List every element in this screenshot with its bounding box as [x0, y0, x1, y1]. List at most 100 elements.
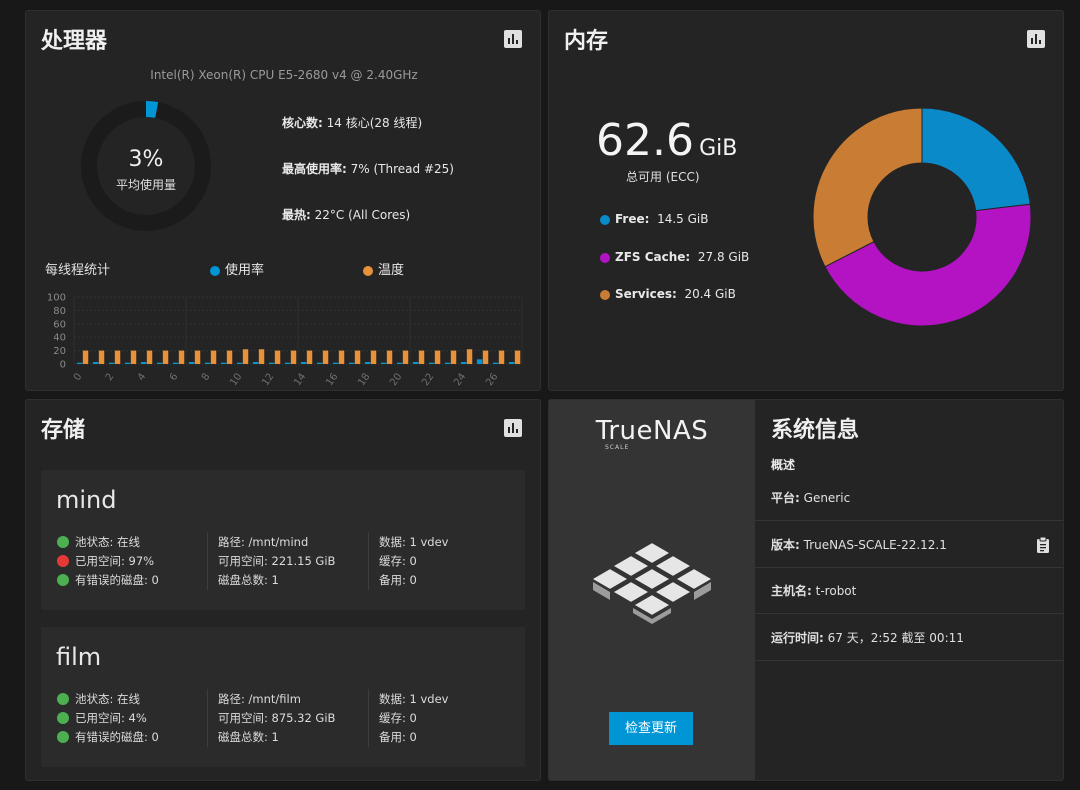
temp-bar: [130, 350, 137, 364]
used-value: 97%: [128, 554, 155, 568]
memory-total-unit: GiB: [699, 136, 738, 161]
cpu-cores: 核心数: 14 核心(28 线程): [282, 114, 422, 131]
hottest-label: 最热:: [282, 208, 311, 222]
temp-bar: [82, 350, 89, 364]
memory-total: 62.6 GiB: [596, 115, 737, 166]
cpu-report-icon[interactable]: [504, 30, 522, 48]
sysinfo-card: TrueNAS SCALE 检查更新 系统信息 概述 平台: Generic 版…: [548, 399, 1064, 781]
memory-total-number: 62.6: [596, 115, 694, 166]
pool-name: film: [56, 643, 102, 671]
y-tick-label: 100: [47, 293, 66, 304]
temp-bar: [242, 349, 249, 364]
status-ok-icon: [57, 692, 69, 705]
disks-label: 磁盘总数:: [218, 573, 268, 587]
memory-report-icon[interactable]: [1027, 30, 1045, 48]
usage-bar: [140, 361, 147, 364]
used-label: 已用空间:: [75, 711, 125, 725]
x-tick-label: 2: [104, 371, 117, 383]
usage-bar: [316, 362, 323, 364]
check-update-button[interactable]: 检查更新: [609, 712, 693, 745]
legend-usage: 使用率: [210, 259, 264, 278]
memory-card: 内存 62.6 GiB 总可用 (ECC) Free: 14.5 GiB ZFS…: [548, 10, 1064, 391]
status-ok-icon: [57, 711, 69, 724]
usage-bar: [172, 362, 179, 364]
usage-bar: [220, 362, 227, 364]
memory-donut-chart: [812, 107, 1032, 327]
usage-bar: [364, 361, 371, 364]
y-tick-label: 20: [53, 346, 66, 357]
platform-value: Generic: [803, 491, 851, 505]
uptime-value: 67 天，2:52 截至 00:11: [827, 631, 964, 645]
usage-bar: [236, 362, 243, 364]
temp-bar: [418, 350, 425, 364]
usage-bar: [476, 359, 483, 364]
pool-health-col: 池状态: 在线 已用空间: 4% 有错误的磁盘: 0: [57, 690, 159, 747]
y-tick-label: 60: [53, 319, 66, 330]
temp-bar: [466, 349, 473, 364]
usage-bar: [188, 361, 195, 364]
temp-bar: [194, 350, 201, 364]
free-slice: [921, 107, 1031, 212]
temp-bar: [162, 350, 169, 364]
x-tick-label: 0: [72, 371, 85, 383]
pool-card-mind[interactable]: mind 池状态: 在线 已用空间: 97% 有错误的磁盘: 0 路径: /mn…: [41, 470, 525, 610]
divider: [368, 689, 369, 747]
data-label: 数据:: [379, 692, 406, 706]
data-label: 数据:: [379, 535, 406, 549]
zfs-swatch: [600, 252, 610, 263]
path-label: 路径:: [218, 692, 245, 706]
usage-bar: [492, 362, 499, 364]
used-label: 已用空间:: [75, 554, 125, 568]
storage-report-icon[interactable]: [504, 419, 522, 437]
truenas-product-icon: [593, 540, 711, 624]
temp-bar: [178, 350, 185, 364]
temp-bar: [210, 350, 217, 364]
temp-bar: [290, 350, 297, 364]
data-value: 1 vdev: [409, 535, 449, 549]
avail-value: 875.32 GiB: [271, 711, 336, 725]
hostname-value: t-robot: [815, 584, 857, 598]
path-value: /mnt/mind: [248, 535, 309, 549]
temp-bar: [258, 349, 265, 364]
max-usage-value: 7% (Thread #25): [350, 162, 454, 176]
services-slice: [812, 107, 923, 268]
temp-bar: [338, 350, 345, 364]
usage-bar: [508, 361, 515, 364]
usage-bar: [268, 362, 275, 364]
data-value: 1 vdev: [409, 692, 449, 706]
pool-path-col: 路径: /mnt/mind 可用空间: 221.15 GiB 磁盘总数: 1: [218, 533, 335, 590]
pool-name: mind: [56, 486, 117, 514]
x-tick-label: 14: [292, 371, 308, 388]
temp-bar: [386, 350, 393, 364]
sysinfo-logo-panel: TrueNAS SCALE 检查更新: [549, 400, 755, 780]
temp-bar: [514, 350, 521, 364]
divider: [207, 532, 208, 590]
legend-temp-label: 温度: [378, 263, 405, 278]
usage-bar: [92, 361, 99, 364]
pool-path-col: 路径: /mnt/film 可用空间: 875.32 GiB 磁盘总数: 1: [218, 690, 335, 747]
cores-value: 14 核心(28 线程): [326, 116, 423, 130]
cache-label: 缓存:: [379, 554, 406, 568]
y-tick-label: 40: [53, 333, 66, 344]
version-label: 版本:: [771, 538, 800, 552]
cpu-title: 处理器: [41, 29, 108, 54]
status-ok-icon: [57, 730, 69, 743]
divider: [755, 520, 1063, 521]
usage-bar: [252, 361, 259, 364]
spare-value: 0: [409, 730, 417, 744]
errors-value: 0: [151, 573, 159, 587]
overview-label: 概述: [771, 458, 796, 472]
legend-temp-swatch: [363, 265, 373, 276]
temp-bar: [322, 350, 329, 364]
thread-stats-label: 每线程统计: [45, 263, 111, 278]
temp-bar: [402, 350, 409, 364]
usage-bar: [156, 362, 163, 364]
status-label: 池状态:: [75, 535, 114, 549]
clipboard-icon[interactable]: [1036, 537, 1050, 553]
usage-bar: [124, 362, 131, 364]
pool-card-film[interactable]: film 池状态: 在线 已用空间: 4% 有错误的磁盘: 0 路径: /mnt…: [41, 627, 525, 767]
errors-value: 0: [151, 730, 159, 744]
memory-zfs-row: ZFS Cache: 27.8 GiB: [600, 250, 749, 264]
cpu-max-usage: 最高使用率: 7% (Thread #25): [282, 160, 454, 177]
cores-label: 核心数:: [282, 116, 323, 130]
